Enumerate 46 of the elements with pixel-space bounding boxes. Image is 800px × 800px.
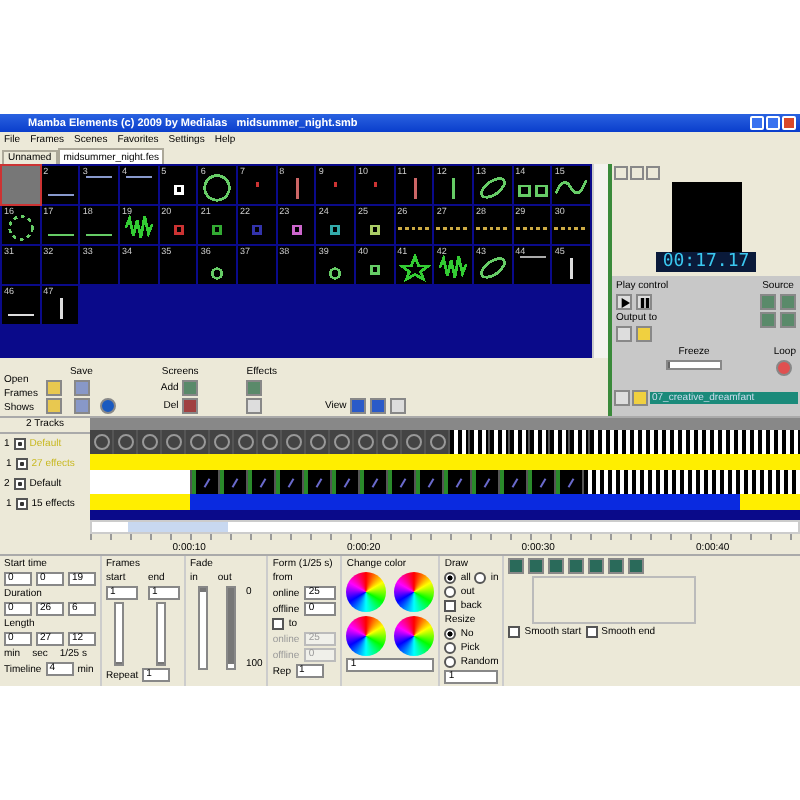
pointer-button[interactable]	[614, 390, 630, 406]
freeze-slider[interactable]	[666, 360, 722, 370]
delete-screen-button[interactable]	[182, 398, 199, 414]
color-wheel[interactable]	[346, 616, 387, 656]
scrollbar[interactable]	[90, 520, 800, 534]
time-display: 00:17.17	[656, 252, 756, 272]
close-button[interactable]	[782, 116, 796, 130]
open-shows-button[interactable]	[45, 398, 62, 414]
fade-out-slider[interactable]	[226, 586, 236, 670]
smooth-checkbox[interactable]	[585, 626, 598, 638]
frame-thumbnail[interactable]	[2, 166, 40, 204]
color-wheel[interactable]	[394, 616, 435, 656]
info-button[interactable]	[100, 398, 117, 414]
pause-icon	[639, 297, 649, 307]
draw-radio[interactable]	[444, 572, 457, 584]
resize-radio[interactable]	[444, 628, 457, 640]
draw-radio[interactable]	[474, 572, 487, 584]
resize-radio[interactable]	[444, 656, 457, 668]
pause-button[interactable]	[636, 294, 652, 310]
to-checkbox[interactable]	[272, 618, 285, 630]
play-button[interactable]	[616, 294, 632, 310]
open-frames-button[interactable]	[45, 380, 62, 396]
minimize-button[interactable]	[750, 116, 764, 130]
end-slider[interactable]	[156, 602, 166, 666]
color-wheel[interactable]	[346, 572, 387, 612]
effects-button[interactable]	[246, 380, 263, 396]
save-shows-button[interactable]	[73, 398, 90, 414]
effects-list-button[interactable]	[246, 398, 263, 414]
scrollbar[interactable]	[592, 164, 608, 358]
fade-in-slider[interactable]	[198, 586, 208, 670]
resize-radio[interactable]	[444, 642, 457, 654]
effects-checkbox[interactable]	[15, 498, 28, 510]
play-icon	[619, 297, 629, 307]
maximize-button[interactable]	[766, 116, 780, 130]
save-frames-button[interactable]	[73, 380, 90, 396]
smooth-checkbox[interactable]	[508, 626, 521, 638]
draw-radio[interactable]	[444, 586, 457, 598]
start-slider[interactable]	[114, 602, 124, 666]
effects-checkbox[interactable]	[15, 458, 28, 470]
color-wheel[interactable]	[394, 572, 435, 612]
back-checkbox[interactable]	[444, 600, 457, 612]
track-checkbox[interactable]	[13, 438, 26, 450]
track-checkbox[interactable]	[13, 478, 26, 490]
preview-screen	[671, 182, 741, 252]
monitor-button[interactable]	[616, 326, 632, 342]
add-screen-button[interactable]	[182, 380, 199, 396]
